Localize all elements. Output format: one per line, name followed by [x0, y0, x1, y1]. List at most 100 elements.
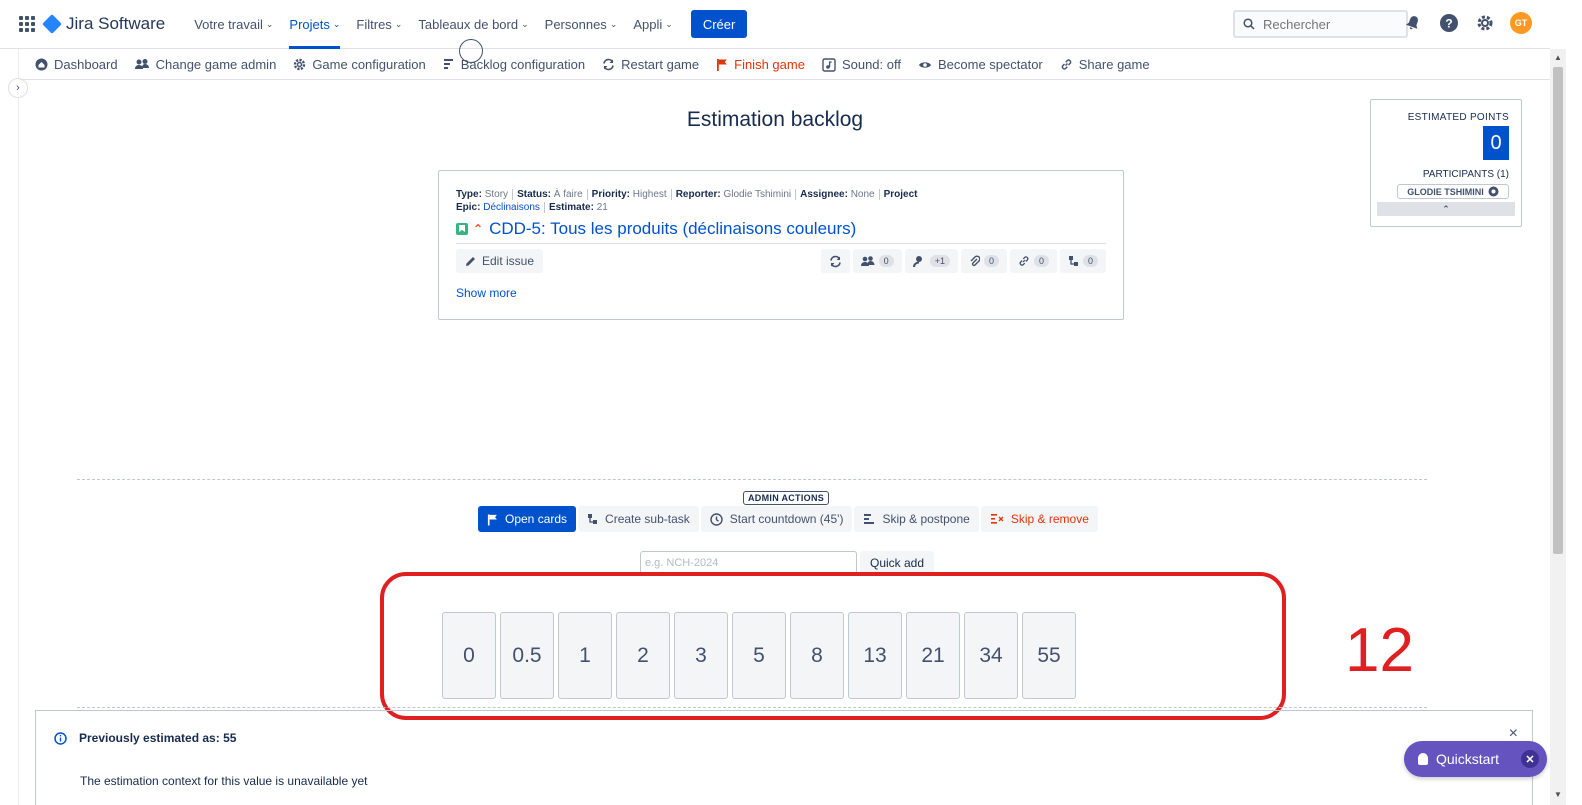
chevron-down-icon: ⌄: [332, 18, 341, 29]
voters-button[interactable]: +1: [904, 249, 958, 273]
voter-icon: [912, 256, 922, 267]
voters-count: +1: [929, 255, 950, 267]
start-countdown-label: Start countdown (45'): [729, 512, 844, 526]
nav-item-label: Votre travail: [194, 16, 263, 32]
attachments-button[interactable]: 0: [960, 249, 1007, 273]
info-icon: [54, 731, 67, 745]
links-button[interactable]: 0: [1009, 249, 1057, 273]
previous-estimate-panel: Previously estimated as: 55 × The estima…: [35, 710, 1533, 805]
issue-title-link[interactable]: CDD-5: Tous les produits (déclinaisons c…: [489, 219, 856, 239]
edit-issue-button[interactable]: Edit issue: [456, 249, 544, 273]
refresh-issue-button[interactable]: [820, 249, 850, 273]
subtasks-button[interactable]: 0: [1059, 249, 1106, 273]
product-name: Jira Software: [66, 14, 166, 33]
estimated-points-value: 0: [1483, 126, 1509, 160]
people-icon: [134, 59, 149, 69]
chevron-down-icon: ⌄: [521, 18, 529, 29]
toolbar-item-label: Dashboard: [54, 57, 118, 72]
finish-game-link[interactable]: Finish game: [716, 57, 805, 72]
issue-metadata: Type: Story Status: À faire Priority: High…: [456, 188, 1106, 214]
start-countdown-button[interactable]: Start countdown (45'): [700, 506, 853, 532]
participants-label: PARTICIPANTS (1): [1422, 169, 1509, 180]
participant-chip[interactable]: GLODIE TSHIMINI: [1397, 184, 1509, 199]
flag-icon: [717, 59, 727, 71]
open-cards-button[interactable]: Open cards: [478, 506, 577, 532]
lightbulb-icon: [1418, 753, 1428, 765]
settings-gear-icon[interactable]: [1474, 12, 1496, 34]
estimated-points-label: ESTIMATED POINTS: [1407, 112, 1509, 123]
epic-link[interactable]: Déclinaisons: [483, 202, 540, 213]
paperclip-icon: [970, 255, 980, 267]
share-game-link[interactable]: Share game: [1060, 57, 1150, 72]
link-icon: [1019, 256, 1029, 266]
type-label: Type:: [456, 189, 482, 200]
subtasks-count: 0: [1082, 255, 1098, 267]
nav-item-personnes[interactable]: Personnes ⌄: [537, 0, 626, 49]
search-input[interactable]: [1263, 16, 1393, 32]
nav-item-projets[interactable]: Projets ⌄: [281, 0, 348, 49]
create-subtask-button[interactable]: Create sub-task: [578, 506, 699, 532]
scroll-up-icon[interactable]: ▲: [1554, 53, 1562, 62]
top-navigation: Jira Software Votre travail ⌄ Projets ⌄ Fi…: [0, 0, 1550, 49]
user-avatar[interactable]: GT: [1510, 12, 1532, 34]
admin-actions-bar: Open cards Create sub-task Start countdo…: [478, 506, 1098, 532]
change-game-admin-link[interactable]: Change game admin: [134, 57, 277, 72]
skip-postpone-button[interactable]: Skip & postpone: [854, 506, 979, 532]
links-count: 0: [1033, 255, 1049, 267]
nav-item-votre-travail[interactable]: Votre travail ⌄: [186, 0, 281, 49]
sound-toggle[interactable]: Sound: off: [822, 57, 901, 72]
show-more-link[interactable]: Show more: [456, 286, 517, 300]
expand-sidebar-chevron-icon[interactable]: ›: [8, 78, 28, 98]
nav-item-label: Personnes: [544, 16, 607, 32]
annotation-highlight-box: [380, 572, 1286, 720]
chevron-down-icon: ⌄: [609, 18, 618, 29]
scrollbar-thumb[interactable]: [1553, 67, 1563, 554]
notifications-icon[interactable]: [1402, 12, 1424, 34]
issue-reporter: Glodie Tshimini: [723, 189, 792, 200]
open-cards-label: Open cards: [505, 512, 568, 526]
priority-label: Priority:: [591, 189, 630, 200]
restart-game-link[interactable]: Restart game: [602, 57, 699, 72]
nav-item-appli[interactable]: Appli ⌄: [625, 0, 680, 49]
svg-text:?: ?: [1445, 17, 1452, 31]
previous-estimate-text: The estimation context for this value is…: [80, 774, 368, 788]
quickstart-label: Quickstart: [1436, 751, 1500, 767]
collapse-chevron-up-icon[interactable]: ⌃: [1377, 202, 1515, 216]
vertical-scrollbar[interactable]: ▲ ▼: [1550, 49, 1566, 805]
issue-title-row: ⌃ CDD-5: Tous les produits (déclinaisons…: [456, 219, 1106, 239]
become-spectator-link[interactable]: Become spectator: [918, 57, 1043, 72]
remove-icon: [990, 514, 1004, 524]
issue-assignee: None: [850, 189, 875, 200]
quickstart-button[interactable]: Quickstart ✕: [1404, 741, 1547, 777]
link-icon: [1061, 59, 1072, 70]
issue-priority: Highest: [632, 189, 667, 200]
estimation-summary-panel: ESTIMATED POINTS 0 PARTICIPANTS (1) GLOD…: [1370, 99, 1522, 227]
help-icon[interactable]: ?: [1438, 12, 1460, 34]
nav-item-label: Filtres: [356, 16, 392, 32]
skip-remove-button[interactable]: Skip & remove: [980, 506, 1098, 532]
assignee-label: Assignee:: [800, 189, 848, 200]
app-switcher-icon[interactable]: [19, 16, 35, 32]
chevron-down-icon: ⌄: [394, 18, 403, 29]
jira-logo-icon: [42, 14, 62, 34]
people-icon: [860, 256, 875, 266]
team-count: 0: [878, 255, 894, 267]
postpone-icon: [864, 514, 875, 524]
story-icon: [456, 223, 468, 235]
scroll-down-icon[interactable]: ▼: [1554, 790, 1562, 799]
backlog-icon: [443, 59, 453, 69]
annotation-label: 12: [1345, 616, 1414, 685]
current-issue-card: Type: Story Status: À faire Priority: High…: [438, 170, 1124, 320]
nav-item-filtres[interactable]: Filtres ⌄: [348, 0, 410, 49]
participant-name: GLODIE TSHIMINI: [1407, 186, 1484, 197]
create-button[interactable]: Créer: [690, 10, 748, 38]
search-box[interactable]: [1233, 10, 1408, 38]
close-quickstart-icon[interactable]: ✕: [1521, 750, 1539, 768]
team-button[interactable]: 0: [852, 249, 902, 273]
jira-logo[interactable]: Jira Software: [42, 14, 166, 34]
dashboard-link[interactable]: Dashboard: [35, 57, 118, 72]
toolbar-item-label: Change game admin: [155, 57, 277, 72]
edit-issue-label: Edit issue: [482, 254, 535, 268]
game-configuration-link[interactable]: Game configuration: [293, 57, 426, 72]
gear-icon: [294, 58, 306, 71]
